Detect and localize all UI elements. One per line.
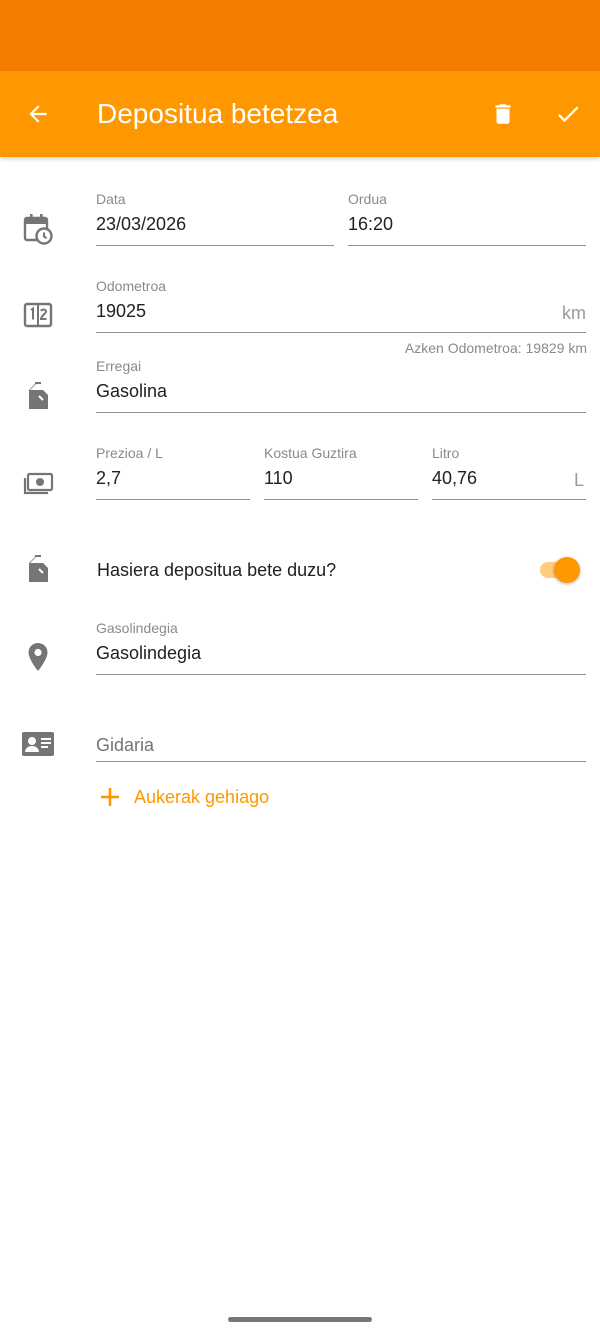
fuel-type-underline bbox=[96, 412, 586, 413]
odometer-label: Odometroa bbox=[96, 278, 167, 294]
status-bar bbox=[0, 0, 600, 71]
more-options-button[interactable]: Aukerak gehiago bbox=[96, 782, 269, 812]
total-cost-label: Kostua Guztira bbox=[264, 445, 357, 461]
more-options-label: Aukerak gehiago bbox=[134, 786, 270, 807]
odometer-unit: km bbox=[562, 303, 586, 323]
time-label: Ordua bbox=[348, 191, 387, 207]
delete-button[interactable] bbox=[481, 92, 525, 136]
odometer-helper-text: Azken Odometroa: 19829 km bbox=[404, 340, 587, 356]
full-tank-toggle[interactable] bbox=[538, 556, 584, 584]
time-field[interactable]: Ordua 16:20 bbox=[348, 191, 586, 246]
total-cost-underline bbox=[264, 499, 418, 500]
price-per-liter-input[interactable] bbox=[96, 467, 250, 489]
toggle-thumb bbox=[554, 557, 580, 583]
money-icon bbox=[20, 466, 56, 502]
arrow-back-icon bbox=[29, 105, 47, 123]
back-button[interactable] bbox=[16, 92, 60, 136]
liters-unit: L bbox=[573, 470, 584, 490]
full-tank-label: Hasiera depositua bete duzu? bbox=[97, 560, 337, 580]
total-cost-field[interactable]: Kostua Guztira bbox=[264, 445, 418, 500]
odometer-underline bbox=[96, 332, 586, 333]
fuel-type-value: Gasolina bbox=[96, 381, 168, 401]
date-label: Data bbox=[96, 191, 126, 207]
check-icon bbox=[557, 106, 579, 123]
odometer-input[interactable] bbox=[96, 300, 586, 322]
calendar-clock-icon bbox=[20, 211, 56, 247]
location-pin-icon bbox=[20, 639, 56, 675]
gas-station-field[interactable]: Gasolindegia bbox=[96, 620, 586, 675]
gas-station-input[interactable] bbox=[96, 642, 586, 664]
plus-icon bbox=[96, 783, 124, 811]
trash-icon bbox=[495, 104, 511, 124]
id-card-icon bbox=[20, 726, 56, 762]
time-underline bbox=[348, 245, 586, 246]
fuel-type-field[interactable]: Erregai Gasolina bbox=[96, 358, 586, 413]
odometer-icon bbox=[20, 297, 56, 333]
liters-underline bbox=[432, 499, 586, 500]
fuel-can-icon bbox=[20, 551, 56, 587]
save-button[interactable] bbox=[546, 92, 590, 136]
date-value: 23/03/2026 bbox=[96, 214, 187, 234]
page-title: Depositua betetzea bbox=[97, 98, 339, 129]
driver-field[interactable] bbox=[96, 714, 586, 762]
liters-label: Litro bbox=[432, 445, 460, 461]
date-field[interactable]: Data 23/03/2026 bbox=[96, 191, 334, 246]
liters-field[interactable]: Litro L bbox=[432, 445, 586, 500]
driver-underline bbox=[96, 761, 586, 762]
gas-station-label: Gasolindegia bbox=[96, 620, 178, 636]
gas-station-underline bbox=[96, 674, 586, 675]
price-per-liter-underline bbox=[96, 499, 250, 500]
driver-input[interactable] bbox=[96, 734, 586, 756]
price-per-liter-label: Prezioa / L bbox=[96, 445, 163, 461]
app-bar: Depositua betetzea bbox=[0, 71, 600, 157]
fuel-type-label: Erregai bbox=[96, 358, 142, 374]
odometer-field[interactable]: Odometroa km bbox=[96, 278, 586, 333]
home-indicator[interactable] bbox=[228, 1317, 372, 1322]
total-cost-input[interactable] bbox=[264, 467, 418, 489]
liters-input[interactable] bbox=[432, 467, 586, 489]
date-underline bbox=[96, 245, 334, 246]
fuel-can-icon bbox=[20, 378, 56, 414]
time-value: 16:20 bbox=[348, 214, 394, 234]
price-per-liter-field[interactable]: Prezioa / L bbox=[96, 445, 250, 500]
